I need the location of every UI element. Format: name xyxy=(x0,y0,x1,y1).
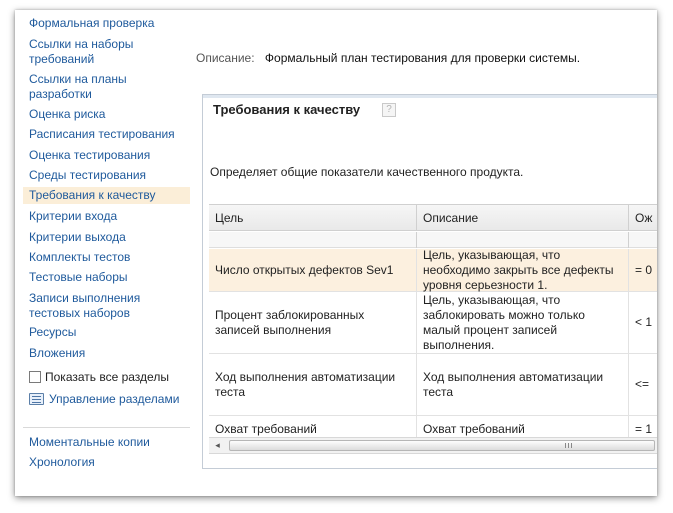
sidebar-item-test-suites[interactable]: Комплекты тестов xyxy=(23,249,190,266)
expected-cell: <= xyxy=(635,377,650,391)
column-header-description[interactable]: Описание xyxy=(417,205,629,231)
section-description: Определяет общие показатели качественног… xyxy=(210,165,524,179)
scrollbar-thumb[interactable] xyxy=(229,440,655,451)
sidebar-item-test-estimation[interactable]: Оценка тестирования xyxy=(23,147,190,164)
help-icon[interactable]: ? xyxy=(382,103,396,117)
sidebar-item-history[interactable]: Хронология xyxy=(23,454,190,471)
manage-sections-label: Управление разделами xyxy=(49,392,180,406)
show-all-sections-checkbox[interactable] xyxy=(29,371,41,383)
goal-cell: Число открытых дефектов Sev1 xyxy=(209,249,417,291)
sidebar-item-test-cases[interactable]: Тестовые наборы xyxy=(23,269,190,286)
table-header: Цель Описание Ож xyxy=(209,204,657,231)
goal-cell: Процент заблокированных записей выполнен… xyxy=(209,292,417,353)
expected-cell: = 0 xyxy=(635,262,653,277)
show-all-sections-row: Показать все разделы xyxy=(29,370,169,384)
sidebar-item-requirement-collections[interactable]: Ссылки на наборы требований xyxy=(23,36,190,68)
list-icon xyxy=(29,393,44,405)
description-cell: Охват требований xyxy=(417,416,629,437)
goal-cell: Охват требований xyxy=(209,416,417,437)
sidebar-item-test-case-execution-records[interactable]: Записи выполнения тестовых наборов xyxy=(23,290,190,322)
sidebar-item-formal-review[interactable]: Формальная проверка xyxy=(23,15,190,32)
description-value: Формальный план тестирования для проверк… xyxy=(264,51,581,65)
quality-objectives-table: Цель Описание Ож Число открытых дефектов… xyxy=(209,204,657,437)
sidebar-item-exit-criteria[interactable]: Критерии выхода xyxy=(23,229,190,246)
table-row[interactable]: Охват требований Охват требований = 1 xyxy=(209,416,657,437)
goal-cell: Ход выполнения автоматизации теста xyxy=(209,354,417,415)
sidebar-item-risk-assessment[interactable]: Оценка риска xyxy=(23,106,190,123)
quality-objectives-panel: Требования к качеству ? Определяет общие… xyxy=(202,94,657,469)
sidebar-item-resources[interactable]: Ресурсы xyxy=(23,324,190,341)
window: Формальная проверка Ссылки на наборы тре… xyxy=(15,10,657,496)
sidebar-item-attachments[interactable]: Вложения xyxy=(23,345,190,362)
sidebar-item-test-environments[interactable]: Среды тестирования xyxy=(23,167,190,184)
sidebar-item-development-plans[interactable]: Ссылки на планы разработки xyxy=(23,71,190,103)
expected-cell: = 1 xyxy=(635,422,653,436)
sidebar: Формальная проверка Ссылки на наборы тре… xyxy=(15,10,193,496)
column-header-expected[interactable]: Ож xyxy=(629,205,657,231)
panel-header-bar xyxy=(203,95,657,98)
table-row[interactable]: Число открытых дефектов Sev1 Цель, указы… xyxy=(209,248,657,292)
sidebar-item-test-schedules[interactable]: Расписания тестирования xyxy=(23,126,190,143)
table-row[interactable]: Процент заблокированных записей выполнен… xyxy=(209,292,657,354)
show-all-sections-label: Показать все разделы xyxy=(45,370,169,384)
manage-sections-link[interactable]: Управление разделами xyxy=(29,392,179,406)
description-cell: Ход выполнения автоматизации теста xyxy=(417,354,629,415)
expected-cell: < 1 xyxy=(635,315,653,329)
scroll-left-button[interactable]: ◂ xyxy=(209,438,226,453)
description-label: Описание: xyxy=(196,51,255,65)
sidebar-item-entry-criteria[interactable]: Критерии входа xyxy=(23,208,190,225)
horizontal-scrollbar[interactable]: ◂ ▸ xyxy=(209,437,657,454)
column-header-goal[interactable]: Цель xyxy=(209,205,417,231)
table-row[interactable]: Ход выполнения автоматизации теста Ход в… xyxy=(209,354,657,416)
sidebar-item-snapshots[interactable]: Моментальные копии xyxy=(23,434,190,451)
description-cell: Цель, указывающая, что необходимо закрыт… xyxy=(417,248,629,292)
description-cell: Цель, указывающая, что заблокировать мож… xyxy=(417,292,629,353)
table-filter-row xyxy=(209,232,657,248)
sidebar-item-quality-objectives[interactable]: Требования к качеству xyxy=(23,187,190,204)
sidebar-divider xyxy=(23,427,190,428)
plan-description: Описание: Формальный план тестирования д… xyxy=(196,51,580,65)
section-title: Требования к качеству xyxy=(213,102,361,117)
